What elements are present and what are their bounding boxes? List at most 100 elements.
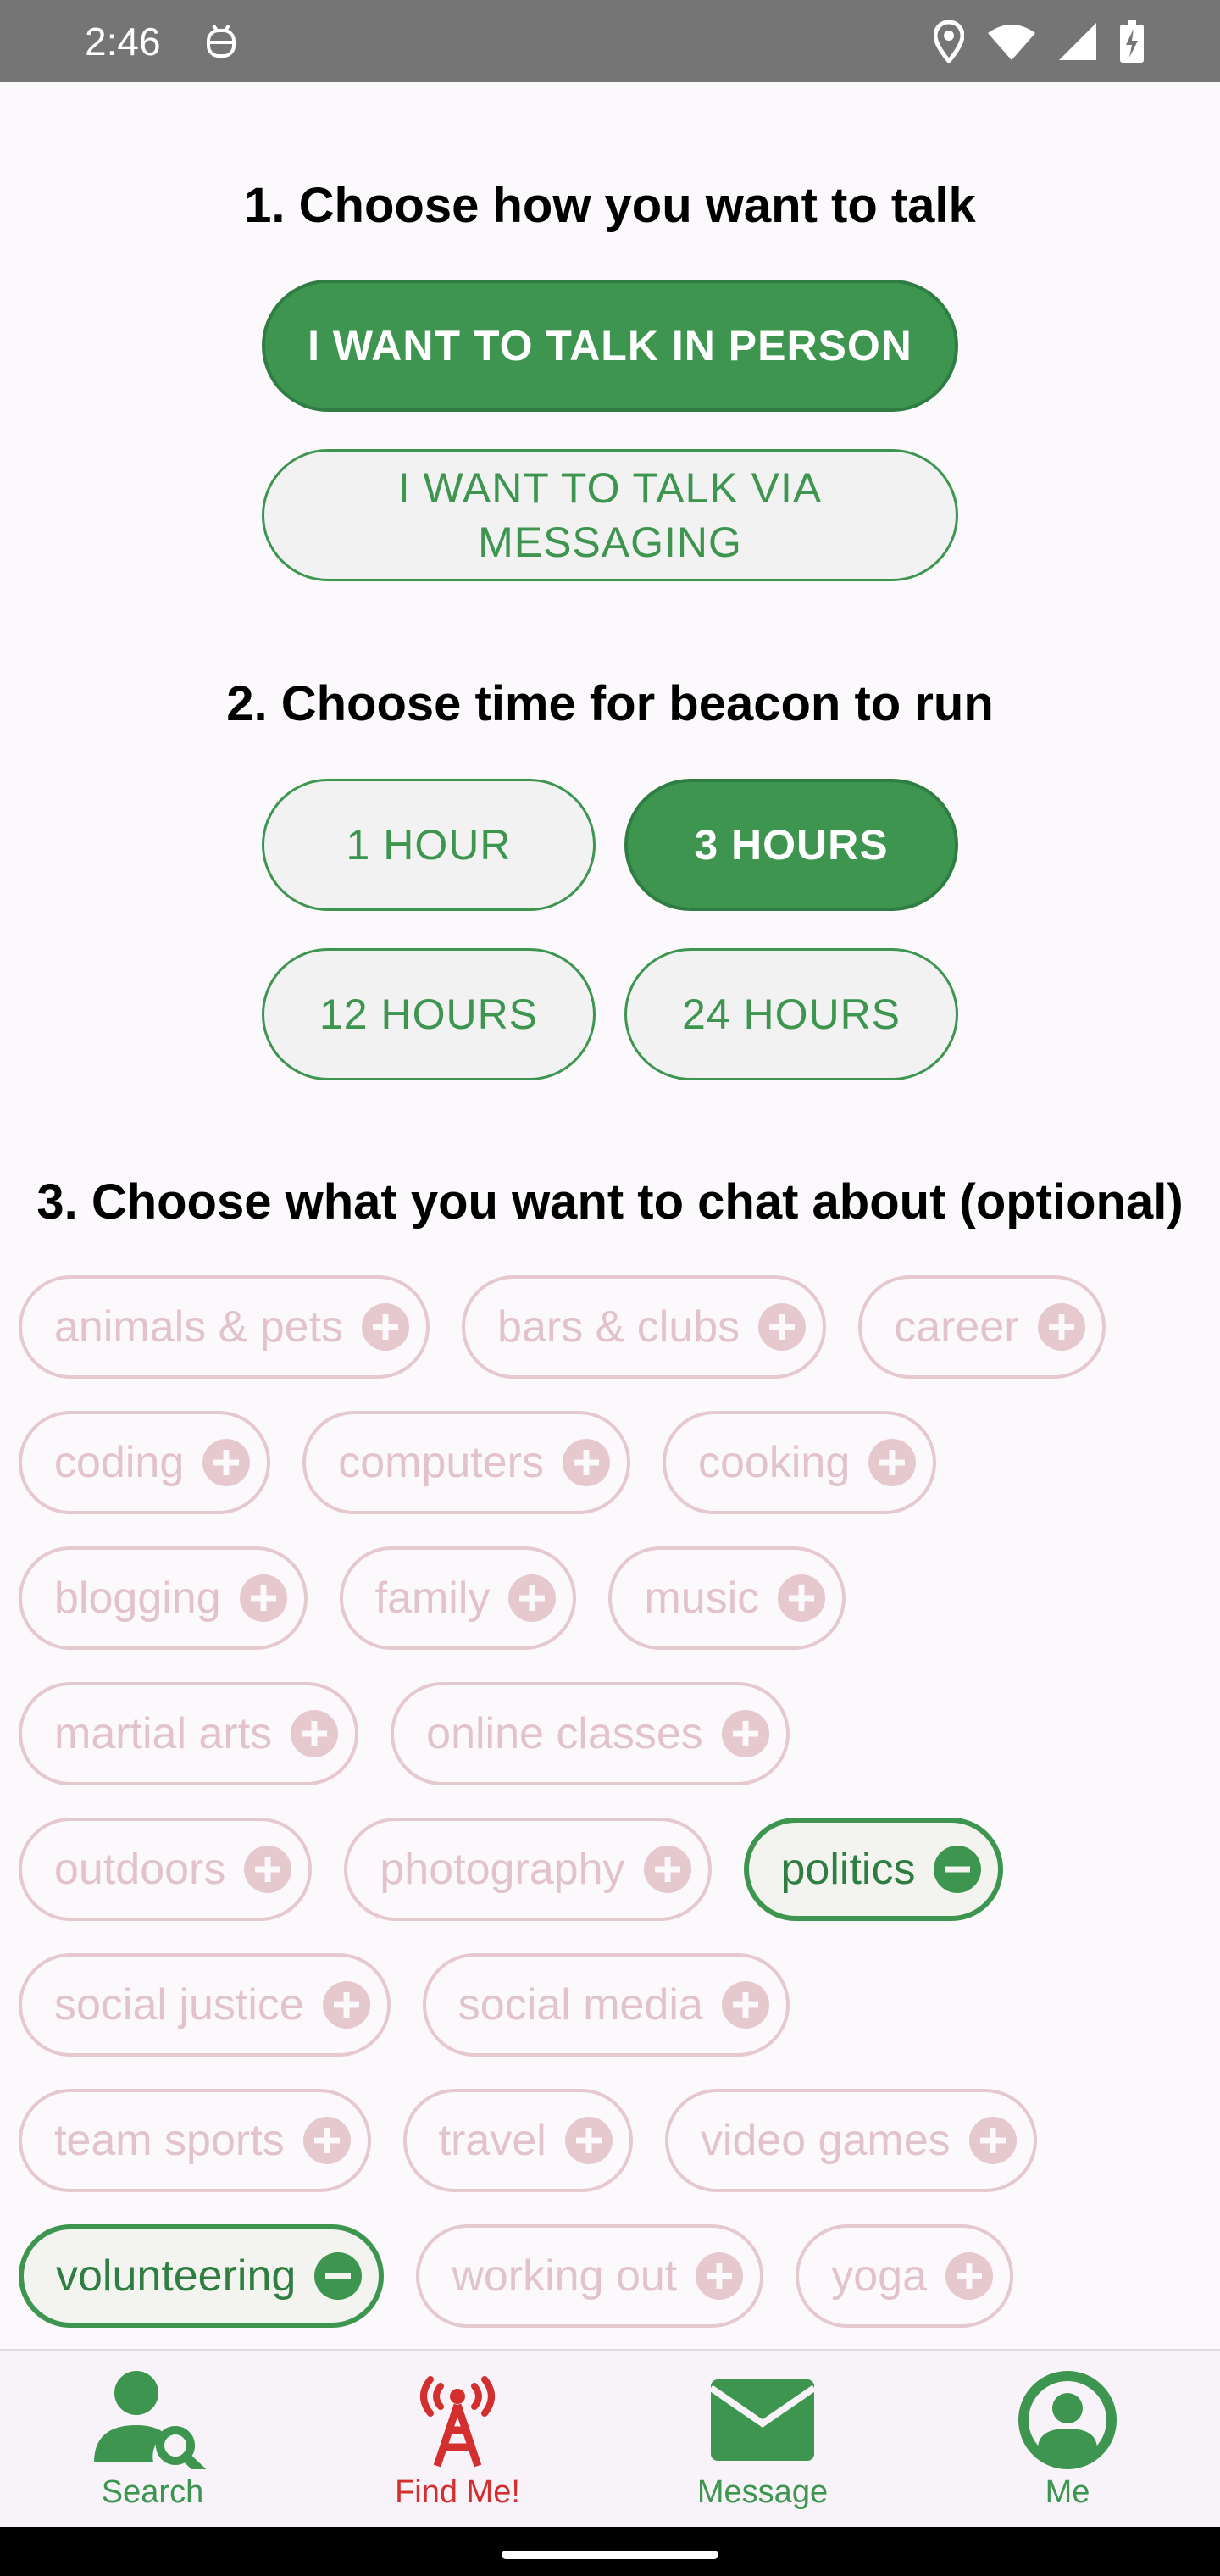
- topic-chip-politics[interactable]: politics: [743, 1818, 1004, 1921]
- nav-me-label: Me: [1045, 2474, 1090, 2510]
- topic-chip-outdoors[interactable]: outdoors: [19, 1818, 313, 1921]
- nav-find-me-label: Find Me!: [395, 2474, 520, 2510]
- topic-chip-label: animals & pets: [54, 1302, 344, 1352]
- topic-chip-career[interactable]: career: [858, 1275, 1106, 1379]
- topic-chip-blogging[interactable]: blogging: [19, 1546, 308, 1650]
- topic-chip-coding[interactable]: coding: [19, 1411, 271, 1514]
- topic-chip-bars-clubs[interactable]: bars & clubs: [462, 1275, 827, 1379]
- add-circle-icon: [362, 1303, 410, 1351]
- topic-chip-label: photography: [380, 1845, 625, 1894]
- section-title-talk-mode: 1. Choose how you want to talk: [244, 178, 976, 233]
- gesture-bar: [0, 2527, 1220, 2576]
- duration-1-hour-button[interactable]: 1 HOUR: [262, 779, 596, 911]
- topic-chip-row: martial arts online classes: [19, 1682, 1205, 1785]
- topic-chip-cooking[interactable]: cooking: [663, 1411, 937, 1514]
- talk-via-messaging-button[interactable]: I WANT TO TALK VIA MESSAGING: [262, 449, 958, 581]
- topic-chip-computers[interactable]: computers: [302, 1411, 630, 1514]
- add-circle-icon: [696, 2252, 744, 2300]
- topic-chip-label: cooking: [698, 1438, 851, 1487]
- topic-chip-label: video games: [700, 2116, 951, 2165]
- duration-12-hours-button[interactable]: 12 HOURS: [262, 948, 596, 1080]
- topic-chip-label: blogging: [54, 1574, 221, 1623]
- topic-chip-row: coding computers cooking: [19, 1411, 1205, 1514]
- topic-chip-animals-pets[interactable]: animals & pets: [19, 1275, 430, 1379]
- bottom-navigation: Search Find Me! Message Me: [0, 2349, 1220, 2527]
- duration-3-hours-button[interactable]: 3 HOURS: [624, 779, 958, 911]
- status-icons: [934, 20, 1144, 63]
- wifi-icon: [988, 25, 1035, 60]
- add-circle-icon: [322, 1981, 370, 2029]
- profile-icon: [1018, 2371, 1117, 2469]
- topic-chip-social-media[interactable]: social media: [422, 1953, 790, 2057]
- add-circle-icon: [302, 2117, 351, 2164]
- topic-chip-video-games[interactable]: video games: [664, 2089, 1037, 2192]
- remove-circle-icon: [934, 1846, 982, 1893]
- topic-chip-row: social justice social media: [19, 1953, 1205, 2057]
- topic-chip-team-sports[interactable]: team sports: [19, 2089, 371, 2192]
- nav-find-me[interactable]: Find Me!: [305, 2351, 610, 2529]
- add-circle-icon: [946, 2252, 993, 2300]
- topic-chip-label: family: [374, 1574, 491, 1623]
- add-circle-icon: [643, 1846, 691, 1893]
- topic-chip-social-justice[interactable]: social justice: [19, 1953, 391, 2057]
- topic-chip-label: travel: [438, 2116, 546, 2165]
- topic-chip-label: coding: [54, 1438, 185, 1487]
- add-circle-icon: [758, 1303, 807, 1351]
- add-circle-icon: [244, 1846, 292, 1893]
- add-circle-icon: [563, 1439, 610, 1486]
- nav-message-label: Message: [696, 2474, 829, 2510]
- add-circle-icon: [868, 1439, 917, 1486]
- topic-chip-label: online classes: [426, 1709, 703, 1758]
- add-circle-icon: [721, 1981, 769, 2029]
- topic-chip-music[interactable]: music: [608, 1546, 846, 1650]
- beacon-setup-content: 1. Choose how you want to talk I WANT TO…: [0, 82, 1220, 2349]
- add-circle-icon: [564, 2117, 613, 2164]
- location-icon: [934, 20, 964, 63]
- topic-chip-martial-arts[interactable]: martial arts: [19, 1682, 359, 1785]
- status-bar: 2:46: [0, 0, 1220, 82]
- envelope-icon: [708, 2379, 817, 2461]
- topic-chip-label: politics: [780, 1845, 916, 1894]
- topic-chip-working-out[interactable]: working out: [416, 2224, 764, 2328]
- duration-24-hours-button[interactable]: 24 HOURS: [624, 948, 958, 1080]
- nav-search[interactable]: Search: [0, 2351, 305, 2529]
- topic-chip-label: outdoors: [54, 1845, 226, 1894]
- search-person-icon: [94, 2371, 207, 2469]
- topic-chip-row: outdoors photography politics: [19, 1818, 1205, 1921]
- add-circle-icon: [968, 2117, 1017, 2164]
- topic-chip-family[interactable]: family: [339, 1546, 577, 1650]
- battery-charging-icon: [1120, 20, 1144, 63]
- add-circle-icon: [1037, 1303, 1085, 1351]
- add-circle-icon: [239, 1574, 287, 1622]
- talk-in-person-button[interactable]: I WANT TO TALK IN PERSON: [262, 280, 958, 412]
- android-notification-icon: [207, 24, 236, 58]
- add-circle-icon: [291, 1710, 339, 1757]
- nav-search-label: Search: [101, 2474, 204, 2510]
- topic-chip-label: team sports: [54, 2116, 285, 2165]
- topic-chip-row: blogging family music: [19, 1546, 1205, 1650]
- topic-chip-volunteering[interactable]: volunteering: [19, 2224, 385, 2328]
- topic-chip-photography[interactable]: photography: [344, 1818, 712, 1921]
- topic-chip-label: computers: [338, 1438, 544, 1487]
- home-gesture-handle[interactable]: [502, 2551, 718, 2559]
- section-title-topics: 3. Choose what you want to chat about (o…: [36, 1174, 1184, 1230]
- add-circle-icon: [202, 1439, 251, 1486]
- topic-chip-label: martial arts: [54, 1709, 273, 1758]
- nav-me[interactable]: Me: [915, 2351, 1220, 2529]
- topic-chip-travel[interactable]: travel: [402, 2089, 633, 2192]
- remove-circle-icon: [314, 2252, 363, 2300]
- topic-chip-yoga[interactable]: yoga: [796, 2224, 1013, 2328]
- nav-message[interactable]: Message: [610, 2351, 915, 2529]
- topic-chip-row: animals & pets bars & clubs career: [19, 1275, 1205, 1379]
- topic-chip-label: yoga: [831, 2251, 927, 2301]
- beacon-antenna-icon: [420, 2376, 495, 2468]
- topic-chip-row: team sports travel video games: [19, 2089, 1205, 2192]
- topic-chip-label: social justice: [54, 1980, 304, 2029]
- topic-chip-label: bars & clubs: [497, 1302, 740, 1352]
- add-circle-icon: [721, 1710, 769, 1757]
- topic-chip-online-classes[interactable]: online classes: [391, 1682, 790, 1785]
- status-time: 2:46: [85, 19, 161, 64]
- topic-chip-row: volunteering working out yoga: [19, 2224, 1205, 2328]
- cell-signal-icon: [1059, 23, 1096, 60]
- add-circle-icon: [508, 1574, 557, 1622]
